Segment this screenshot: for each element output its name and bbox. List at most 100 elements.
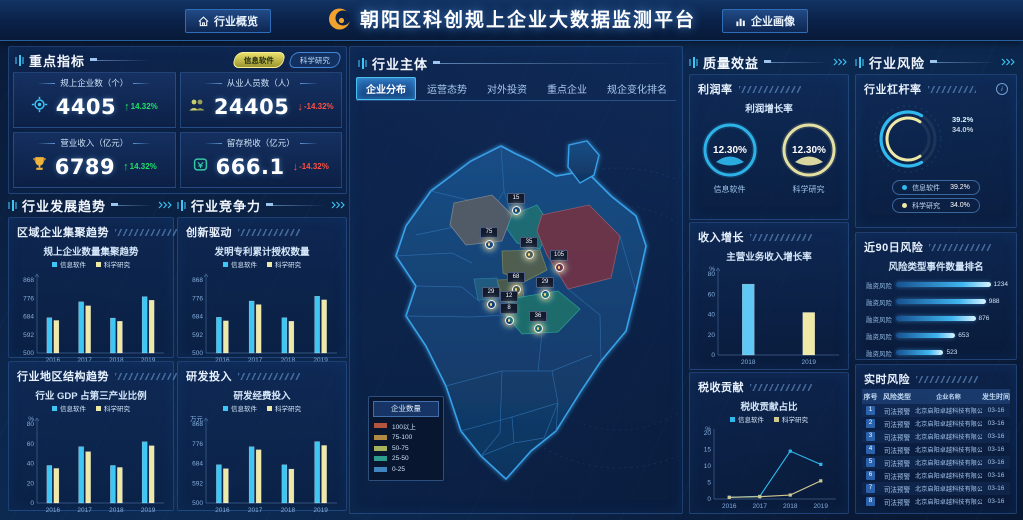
donut-科学研究: 12.30% 科学研究: [778, 119, 840, 195]
hbar-row: 融资风险 1234: [862, 276, 1008, 293]
nav-enterprise-portrait-button[interactable]: 企业画像: [722, 9, 808, 33]
filter-pill-科学研究[interactable]: 科学研究: [288, 52, 343, 68]
tab-重点企业[interactable]: 重点企业: [538, 78, 596, 99]
tab-规企变化排名[interactable]: 规企变化排名: [598, 78, 676, 99]
row-time: 03-16: [982, 446, 1010, 453]
map-legend-item: 100以上: [374, 421, 438, 431]
svg-text:592: 592: [23, 332, 34, 339]
chart-legend: 信息软件科学研究: [178, 403, 346, 413]
revenue-growth-chart: 主营业务收入增长率020406080%20182019: [690, 249, 848, 368]
subpanel-header: 税收贡献: [690, 373, 848, 397]
svg-text:%: %: [709, 266, 715, 273]
donut-label: 科学研究: [793, 184, 825, 195]
leverage-panel: 行业杠杆率 i 39.2% 34.0% 信息软件39.2%科学研究34.0%: [855, 74, 1017, 228]
location-marker-icon: [534, 324, 543, 333]
header-divider: [764, 62, 828, 63]
nav-left-label: 行业概览: [214, 13, 258, 29]
svg-text:776: 776: [192, 441, 203, 448]
legend-color-chip: [374, 423, 387, 428]
people-icon: [188, 97, 206, 117]
industry-competitiveness-header: 行业竞争力: [177, 197, 345, 213]
table-row[interactable]: 7司法预警北京启阳卓越科技有限公司03-16: [862, 482, 1010, 495]
arrow-up-icon: ↑: [124, 101, 130, 113]
row-seq-badge: 8: [866, 497, 875, 506]
row-seq-badge: 7: [866, 484, 875, 493]
svg-text:868: 868: [23, 277, 34, 284]
subpanel-header: 收入增长: [690, 223, 848, 247]
svg-text:12.30%: 12.30%: [792, 145, 826, 156]
chart-title: 行业 GDP 占第三产业比例: [9, 388, 173, 402]
col-header: 企业名称: [915, 392, 982, 401]
map-pin[interactable]: 15: [507, 193, 525, 215]
header-divider: [266, 205, 326, 206]
tax-share-chart: 税收贡献占比信息软件科学研究05101520%2016201720182019: [690, 399, 848, 511]
tab-对外投资[interactable]: 对外投资: [478, 78, 536, 99]
subpanel-title: 近90日风险: [864, 239, 923, 255]
header-divider: [433, 63, 674, 64]
pin-value-badge: 8: [500, 303, 518, 314]
profit-rate-panel: 利润率 利润增长率 12.30% 信息软件 12.30% 科学研究: [689, 74, 849, 220]
legend-item: 信息软件: [223, 403, 257, 413]
stat-card-delta-value: 14.32%: [130, 162, 157, 171]
legend-item: 科学研究: [96, 259, 130, 269]
tab-企业分布[interactable]: 企业分布: [356, 77, 416, 100]
more-arrows-icon[interactable]: [331, 201, 345, 209]
info-icon[interactable]: i: [996, 83, 1008, 95]
table-row[interactable]: 1司法预警北京启阳卓越科技有限公司03-16: [862, 404, 1010, 417]
row-risk-type: 司法预警: [879, 406, 915, 416]
legend-item: 信息软件: [52, 403, 86, 413]
table-row[interactable]: 6司法预警北京启阳卓越科技有限公司03-16: [862, 469, 1010, 482]
chart-title: 规上企业数量集聚趋势: [9, 244, 173, 258]
legend-item: 信息软件: [52, 259, 86, 269]
filter-pills: 信息软件科学研究: [234, 52, 340, 68]
table-row[interactable]: 2司法预警北京启阳卓越科技有限公司03-16: [862, 417, 1010, 430]
legend-item: 科学研究: [774, 414, 808, 424]
map-pin[interactable]: 75: [480, 227, 498, 249]
map-pin[interactable]: 35: [520, 237, 538, 259]
svg-text:15: 15: [704, 447, 712, 454]
row-company-name: 北京启阳卓越科技有限公司: [915, 484, 982, 493]
dashboard: 行业概览 朝阳区科创规上企业大数据监测平台 企业画像 重点指标 信息软件科学研究: [0, 0, 1023, 520]
map-pin[interactable]: 29: [536, 277, 554, 299]
map-pin[interactable]: 29: [482, 287, 500, 309]
stat-cards-grid: 规上企业数（个）4405↑14.32%从业人员数（人）24405↓-14.32%…: [13, 72, 342, 188]
legend-range-label: 0-25: [392, 466, 405, 473]
chart-title: 发明专利累计授权数量: [178, 244, 346, 258]
gauge-value-labels: 39.2% 34.0%: [952, 115, 973, 135]
table-row[interactable]: 4司法预警北京启阳卓越科技有限公司03-16: [862, 443, 1010, 456]
hbar-label: 融资风险: [862, 297, 892, 307]
gear-icon: [31, 96, 48, 118]
nav-industry-overview-button[interactable]: 行业概览: [185, 9, 271, 33]
row-time: 03-16: [982, 472, 1010, 479]
tab-运营态势[interactable]: 运营态势: [418, 78, 476, 99]
row-company-name: 北京启阳卓越科技有限公司: [915, 406, 982, 415]
location-marker-icon: [525, 250, 534, 259]
donut-信息软件: 12.30% 信息软件: [699, 119, 761, 195]
more-arrows-icon[interactable]: [158, 201, 172, 209]
location-marker-icon: [541, 290, 550, 299]
gdp-share-chart: 行业 GDP 占第三产业比例信息软件科学研究020406080%20162017…: [9, 388, 173, 516]
more-arrows-icon[interactable]: [1001, 58, 1015, 66]
filter-pill-信息软件[interactable]: 信息软件: [232, 52, 287, 68]
map-pin[interactable]: 8: [500, 303, 518, 325]
map-pin[interactable]: 105: [550, 250, 568, 272]
svg-text:684: 684: [192, 314, 203, 321]
subpanel-title: 区域企业集聚趋势: [17, 224, 109, 240]
table-row[interactable]: 5司法预警北京启阳卓越科技有限公司03-16: [862, 456, 1010, 469]
realtime-risk-panel: 实时风险 序号风险类型企业名称发生时间1司法预警北京启阳卓越科技有限公司03-1…: [855, 364, 1017, 514]
map-legend-item: 50-75: [374, 445, 438, 452]
location-marker-icon: [485, 240, 494, 249]
map-pin[interactable]: 36: [529, 311, 547, 333]
more-arrows-icon[interactable]: [833, 58, 847, 66]
svg-text:12.30%: 12.30%: [713, 145, 747, 156]
legend-range-label: 100以上: [392, 421, 416, 431]
legend-color-chip: [374, 467, 387, 472]
row-time: 03-16: [982, 407, 1010, 414]
table-row[interactable]: 3司法预警北京启阳卓越科技有限公司03-16: [862, 430, 1010, 443]
subpanel-title: 实时风险: [864, 371, 910, 387]
hbar-row: 融资风险 523: [862, 344, 1008, 361]
table-row[interactable]: 8司法预警北京启阳卓越科技有限公司03-16: [862, 495, 1010, 508]
svg-text:10: 10: [704, 463, 712, 470]
svg-text:684: 684: [192, 461, 203, 468]
district-map: 15753510568292912836 企业数量 100以上75-10050-…: [354, 103, 678, 507]
